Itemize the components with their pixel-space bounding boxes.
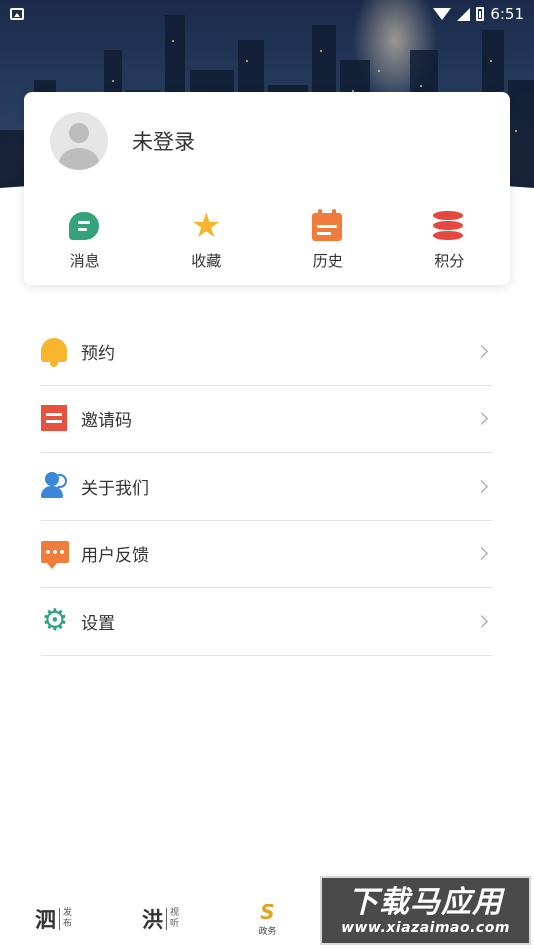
login-status-text[interactable]: 未登录 xyxy=(132,126,195,156)
profile-screen: 6:51 未登录 消息 ★ 收藏 历史 积分 预约 邀请码 关于我们 用户反馈 … xyxy=(0,0,534,950)
battery-icon xyxy=(476,7,485,21)
quick-action-points[interactable]: 积分 xyxy=(389,210,511,271)
login-entry[interactable]: 未登录 xyxy=(50,112,195,170)
points-database-icon xyxy=(433,211,464,240)
notification-icon xyxy=(10,8,24,20)
quick-action-label: 历史 xyxy=(312,252,343,270)
quick-actions-row: 消息 ★ 收藏 历史 积分 xyxy=(24,206,511,271)
gear-icon: ⚙ xyxy=(41,603,69,639)
watermark-title: 下载马应用 xyxy=(348,884,503,920)
quick-action-label: 积分 xyxy=(434,252,465,270)
menu-item-label: 用户反馈 xyxy=(81,546,149,567)
nav-tab-sihong-release[interactable]: 泗 发 布 xyxy=(0,904,107,934)
status-bar: 6:51 xyxy=(0,0,534,28)
message-icon xyxy=(68,212,99,240)
default-avatar-icon[interactable] xyxy=(50,112,108,170)
watermark-url: www.xiazaimao.com xyxy=(341,919,510,936)
wifi-icon xyxy=(433,8,452,20)
nav-tab-divider xyxy=(165,908,167,930)
nav-tab-small-char: 视 xyxy=(169,908,179,918)
profile-card: 未登录 消息 ★ 收藏 历史 积分 xyxy=(24,92,510,285)
quick-action-favorites[interactable]: ★ 收藏 xyxy=(146,206,268,271)
menu-item-label: 预约 xyxy=(81,343,115,364)
nav-tab-small-char: 发 xyxy=(62,908,72,918)
nav-tab-big-char: 洪 xyxy=(141,908,163,932)
status-time: 6:51 xyxy=(490,5,524,23)
nav-tab-small-char: 布 xyxy=(62,919,72,929)
menu-item-settings[interactable]: ⚙ 设置 xyxy=(41,588,492,656)
quick-action-history[interactable]: 历史 xyxy=(267,209,389,271)
menu-item-feedback[interactable]: 用户反馈 xyxy=(41,521,492,588)
quick-action-messages[interactable]: 消息 xyxy=(24,210,146,271)
settings-menu-list: 预约 邀请码 关于我们 用户反馈 ⚙ 设置 xyxy=(41,318,492,656)
menu-item-label: 设置 xyxy=(81,613,115,634)
menu-item-about-us[interactable]: 关于我们 xyxy=(41,453,492,521)
chevron-right-icon xyxy=(475,479,488,493)
quick-action-label: 消息 xyxy=(69,252,100,270)
nav-tab-hong-media[interactable]: 洪 视 听 xyxy=(107,904,214,934)
chevron-right-icon xyxy=(475,547,488,561)
about-user-icon xyxy=(41,472,69,500)
feedback-icon xyxy=(41,540,69,569)
nav-tab-label: 政务 xyxy=(258,926,277,937)
menu-item-label: 关于我们 xyxy=(81,478,149,499)
chevron-right-icon xyxy=(475,614,488,628)
menu-item-reservation[interactable]: 预约 xyxy=(41,318,492,386)
nav-tab-government[interactable]: S 政务 xyxy=(214,902,321,937)
invite-code-icon xyxy=(41,404,67,431)
nav-tab-big-char: 泗 xyxy=(34,908,56,932)
site-watermark: 下载马应用 www.xiazaimao.com xyxy=(320,876,531,945)
chevron-right-icon xyxy=(475,344,488,358)
menu-item-label: 邀请码 xyxy=(81,411,132,432)
menu-item-invite-code[interactable]: 邀请码 xyxy=(41,386,492,453)
government-logo-icon: S xyxy=(260,899,275,924)
history-calendar-icon xyxy=(311,209,342,241)
star-icon: ★ xyxy=(191,206,222,246)
chevron-right-icon xyxy=(475,412,488,426)
bell-icon xyxy=(41,338,67,368)
nav-tab-small-char: 听 xyxy=(169,919,179,929)
signal-icon xyxy=(457,7,471,21)
nav-tab-divider xyxy=(58,908,60,930)
quick-action-label: 收藏 xyxy=(191,252,222,270)
